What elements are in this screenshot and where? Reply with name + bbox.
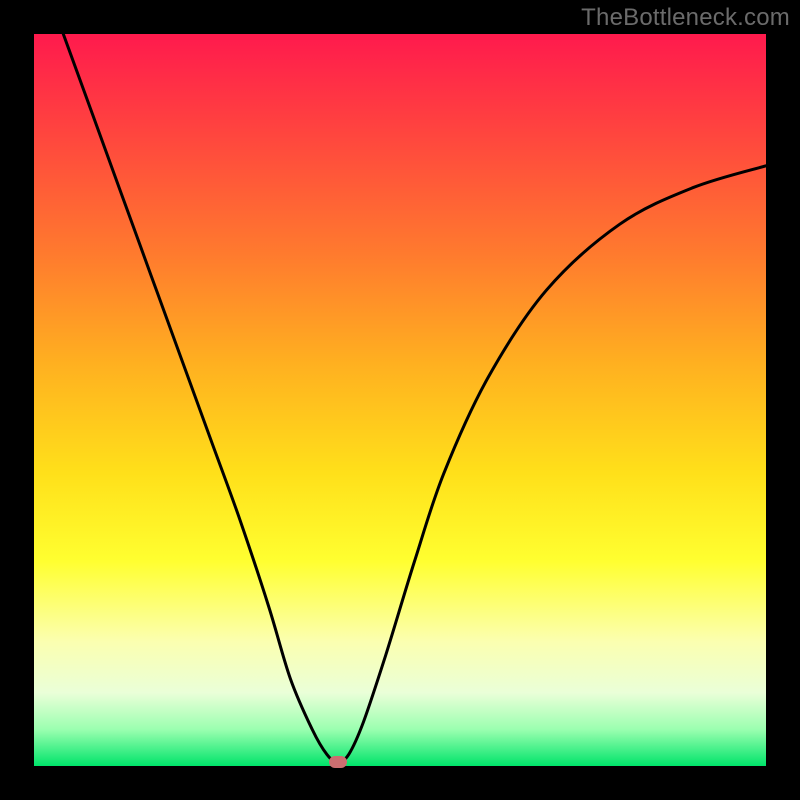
watermark-text: TheBottleneck.com	[581, 4, 790, 32]
bottleneck-curve	[34, 34, 766, 766]
optimum-marker	[329, 756, 347, 768]
chart-frame: TheBottleneck.com	[0, 0, 800, 800]
plot-area	[34, 34, 766, 766]
